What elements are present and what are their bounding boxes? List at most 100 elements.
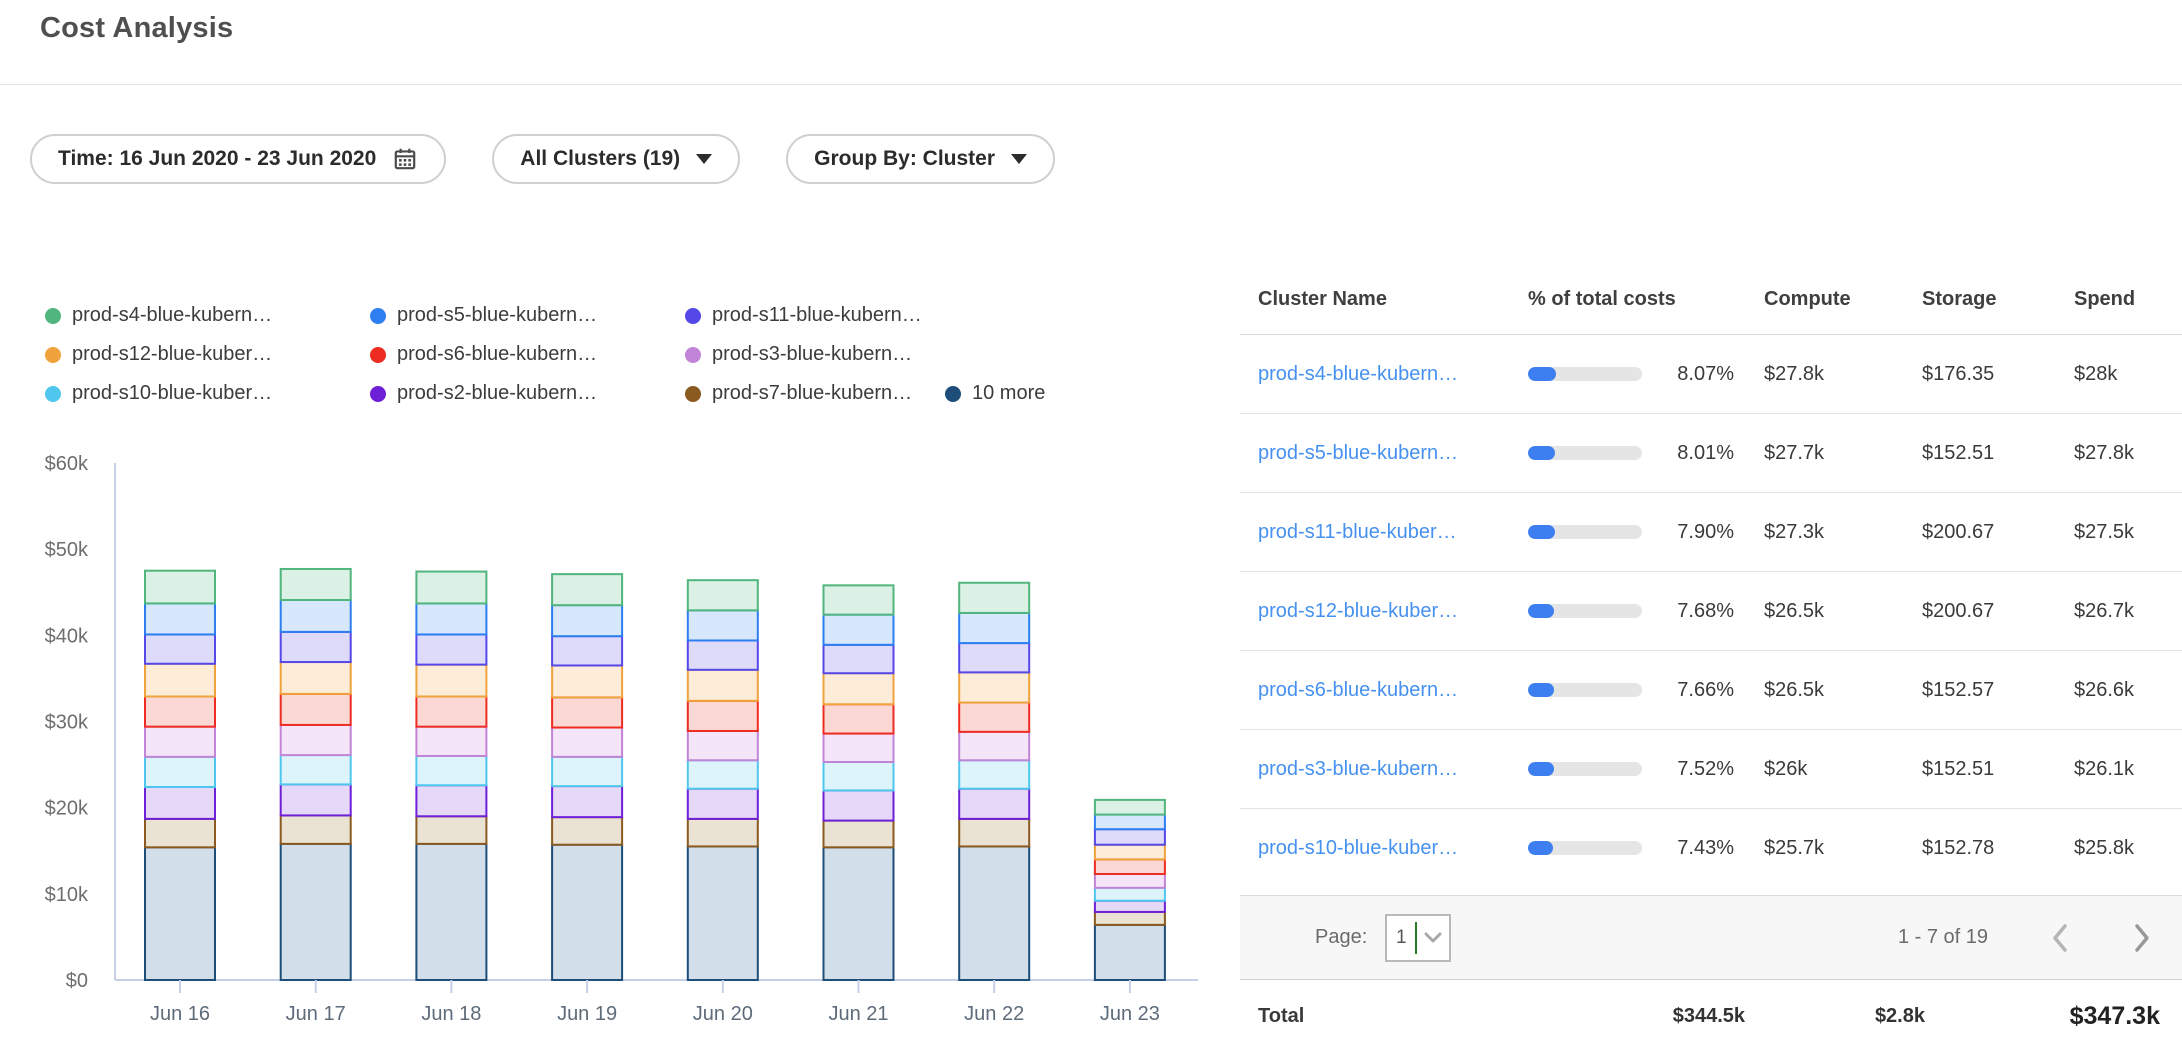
bar-segment[interactable] bbox=[145, 757, 215, 787]
bar-segment[interactable] bbox=[281, 755, 351, 784]
bar-segment[interactable] bbox=[145, 697, 215, 727]
bar-segment[interactable] bbox=[824, 704, 894, 733]
bar-segment[interactable] bbox=[416, 785, 486, 816]
bar-segment[interactable] bbox=[1095, 815, 1165, 830]
bar-segment[interactable] bbox=[959, 846, 1029, 980]
bar-segment[interactable] bbox=[959, 672, 1029, 702]
bar-segment[interactable] bbox=[281, 844, 351, 980]
cluster-link[interactable]: prod-s3-blue-kubern… bbox=[1258, 758, 1458, 780]
bar-segment[interactable] bbox=[416, 603, 486, 634]
bar-segment[interactable] bbox=[552, 665, 622, 697]
bar-segment[interactable] bbox=[824, 790, 894, 820]
bar-segment[interactable] bbox=[145, 727, 215, 757]
legend-item[interactable]: prod-s3-blue-kubern… bbox=[685, 343, 945, 366]
bar-segment[interactable] bbox=[416, 697, 486, 727]
bar-segment[interactable] bbox=[688, 731, 758, 760]
page-select[interactable]: 1 bbox=[1385, 914, 1451, 962]
legend-item[interactable]: prod-s7-blue-kubern… bbox=[685, 382, 945, 405]
bar-segment[interactable] bbox=[959, 613, 1029, 643]
bar-segment[interactable] bbox=[416, 634, 486, 664]
bar-segment[interactable] bbox=[145, 603, 215, 634]
bar-segment[interactable] bbox=[1095, 925, 1165, 980]
bar-segment[interactable] bbox=[688, 580, 758, 610]
chevron-right-icon[interactable] bbox=[2132, 923, 2152, 953]
cluster-link[interactable]: prod-s6-blue-kubern… bbox=[1258, 679, 1458, 701]
bar-segment[interactable] bbox=[281, 632, 351, 662]
bar-segment[interactable] bbox=[688, 670, 758, 701]
bar-segment[interactable] bbox=[552, 728, 622, 757]
bar-segment[interactable] bbox=[1095, 800, 1165, 815]
bar-segment[interactable] bbox=[552, 817, 622, 845]
legend-item[interactable]: prod-s11-blue-kubern… bbox=[685, 304, 945, 327]
bar-segment[interactable] bbox=[552, 605, 622, 636]
bar-segment[interactable] bbox=[824, 645, 894, 673]
bar-segment[interactable] bbox=[824, 821, 894, 848]
cluster-link[interactable]: prod-s4-blue-kubern… bbox=[1258, 363, 1458, 385]
bar-segment[interactable] bbox=[416, 816, 486, 844]
bar-segment[interactable] bbox=[552, 757, 622, 786]
bar-segment[interactable] bbox=[281, 784, 351, 815]
legend-item[interactable]: 10 more bbox=[945, 382, 1045, 405]
legend-item[interactable]: prod-s4-blue-kubern… bbox=[45, 304, 370, 327]
bar-segment[interactable] bbox=[824, 734, 894, 762]
bar-segment[interactable] bbox=[824, 585, 894, 614]
cluster-link[interactable]: prod-s12-blue-kuber… bbox=[1258, 600, 1458, 622]
bar-segment[interactable] bbox=[959, 819, 1029, 847]
bar-segment[interactable] bbox=[824, 673, 894, 704]
bar-segment[interactable] bbox=[416, 727, 486, 756]
clusters-filter-pill[interactable]: All Clusters (19) bbox=[492, 134, 740, 184]
cluster-link[interactable]: prod-s11-blue-kuber… bbox=[1258, 521, 1457, 543]
bar-segment[interactable] bbox=[688, 846, 758, 980]
bar-segment[interactable] bbox=[145, 819, 215, 847]
bar-segment[interactable] bbox=[281, 600, 351, 632]
bar-segment[interactable] bbox=[688, 819, 758, 847]
bar-segment[interactable] bbox=[688, 760, 758, 788]
bar-segment[interactable] bbox=[1095, 912, 1165, 925]
bar-segment[interactable] bbox=[824, 847, 894, 980]
bar-segment[interactable] bbox=[145, 787, 215, 819]
bar-segment[interactable] bbox=[1095, 888, 1165, 901]
bar-segment[interactable] bbox=[1095, 859, 1165, 874]
bar-segment[interactable] bbox=[145, 634, 215, 663]
bar-segment[interactable] bbox=[959, 583, 1029, 613]
bar-segment[interactable] bbox=[145, 664, 215, 697]
bar-segment[interactable] bbox=[552, 786, 622, 817]
legend-item[interactable]: prod-s12-blue-kuber… bbox=[45, 343, 370, 366]
bar-segment[interactable] bbox=[416, 756, 486, 785]
bar-segment[interactable] bbox=[145, 571, 215, 604]
bar-segment[interactable] bbox=[552, 636, 622, 665]
cluster-link[interactable]: prod-s10-blue-kuber… bbox=[1258, 837, 1458, 859]
legend-item[interactable]: prod-s2-blue-kubern… bbox=[370, 382, 685, 405]
legend-item[interactable]: prod-s5-blue-kubern… bbox=[370, 304, 685, 327]
bar-segment[interactable] bbox=[688, 701, 758, 731]
bar-segment[interactable] bbox=[552, 845, 622, 980]
time-filter-pill[interactable]: Time: 16 Jun 2020 - 23 Jun 2020 bbox=[30, 134, 446, 184]
bar-segment[interactable] bbox=[959, 732, 1029, 760]
bar-segment[interactable] bbox=[824, 615, 894, 645]
bar-segment[interactable] bbox=[1095, 874, 1165, 888]
bar-segment[interactable] bbox=[688, 640, 758, 669]
bar-segment[interactable] bbox=[281, 694, 351, 725]
bar-segment[interactable] bbox=[281, 662, 351, 694]
legend-item[interactable]: prod-s6-blue-kubern… bbox=[370, 343, 685, 366]
bar-segment[interactable] bbox=[552, 697, 622, 727]
bar-segment[interactable] bbox=[552, 574, 622, 605]
legend-item[interactable]: prod-s10-blue-kuber… bbox=[45, 382, 370, 405]
bar-segment[interactable] bbox=[281, 815, 351, 843]
bar-segment[interactable] bbox=[824, 762, 894, 790]
bar-segment[interactable] bbox=[688, 789, 758, 819]
bar-segment[interactable] bbox=[959, 789, 1029, 819]
bar-segment[interactable] bbox=[416, 844, 486, 980]
bar-segment[interactable] bbox=[281, 569, 351, 600]
bar-segment[interactable] bbox=[281, 725, 351, 755]
bar-segment[interactable] bbox=[1095, 829, 1165, 845]
bar-segment[interactable] bbox=[416, 572, 486, 604]
bar-segment[interactable] bbox=[959, 703, 1029, 732]
bar-segment[interactable] bbox=[145, 847, 215, 980]
chevron-left-icon[interactable] bbox=[2050, 923, 2070, 953]
cluster-link[interactable]: prod-s5-blue-kubern… bbox=[1258, 442, 1458, 464]
groupby-filter-pill[interactable]: Group By: Cluster bbox=[786, 134, 1055, 184]
bar-segment[interactable] bbox=[959, 760, 1029, 788]
bar-segment[interactable] bbox=[416, 665, 486, 697]
bar-segment[interactable] bbox=[959, 643, 1029, 672]
